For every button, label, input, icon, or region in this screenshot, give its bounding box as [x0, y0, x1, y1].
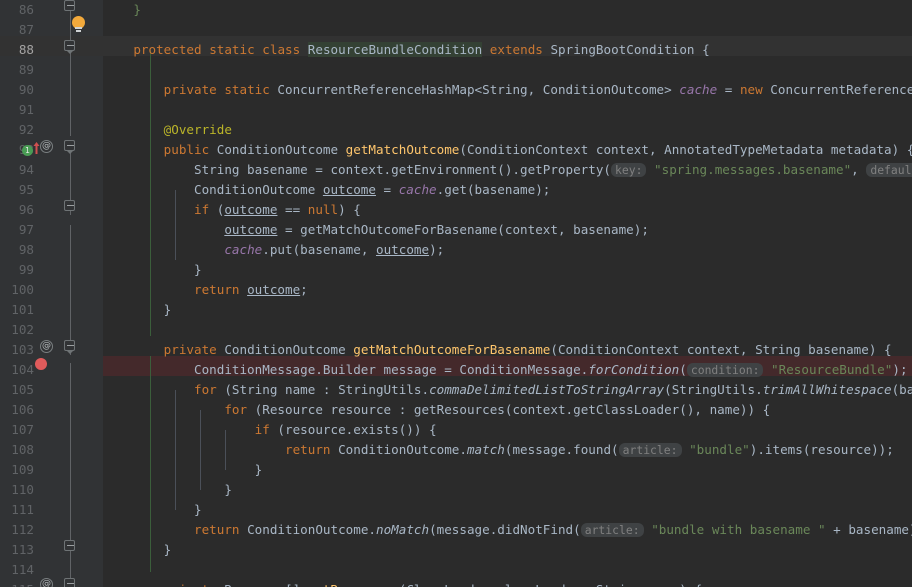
fold-marker-line-88[interactable]: [64, 40, 77, 54]
fold-rail: [70, 6, 71, 136]
line-number-105: 105: [11, 382, 34, 397]
code-line-94[interactable]: String basename = context.getEnvironment…: [103, 160, 912, 180]
line-number-113: 113: [11, 542, 34, 557]
code-line-112[interactable]: return ConditionOutcome.noMatch(message.…: [103, 520, 912, 540]
code-line-106[interactable]: for (Resource resource : getResources(co…: [103, 400, 912, 420]
code-line-90[interactable]: private static ConcurrentReferenceHashMa…: [103, 80, 912, 100]
code-line-105[interactable]: for (String name : StringUtils.commaDeli…: [103, 380, 912, 400]
code-line-108[interactable]: return ConditionOutcome.match(message.fo…: [103, 440, 912, 460]
implementation-marker-icon[interactable]: 1: [22, 145, 33, 156]
code-line-86[interactable]: }: [103, 0, 912, 20]
inlay-hint-defaultvalue: defaultValue:: [866, 163, 912, 177]
line-number-94: 94: [18, 162, 34, 177]
line-number-92: 92: [18, 122, 34, 137]
code-line-88[interactable]: protected static class ResourceBundleCon…: [103, 40, 912, 60]
line-number-86: 86: [18, 2, 34, 17]
line-number-88: 88: [18, 42, 34, 57]
code-line-101[interactable]: }: [103, 300, 912, 320]
code-line-111[interactable]: }: [103, 500, 912, 520]
code-line-110[interactable]: }: [103, 480, 912, 500]
intention-bulb-icon[interactable]: [72, 16, 85, 33]
overriding-method-arrow-icon: [33, 142, 40, 154]
line-number-97: 97: [18, 222, 34, 237]
code-line-98[interactable]: cache.put(basename, outcome);: [103, 240, 912, 260]
line-number-108: 108: [11, 442, 34, 457]
line-number-95: 95: [18, 182, 34, 197]
fold-marker-line-115[interactable]: [64, 578, 77, 587]
override-annotation-icon[interactable]: @: [40, 340, 53, 353]
fold-marker-line-96[interactable]: [64, 200, 77, 213]
fold-marker-line-93[interactable]: [64, 140, 77, 154]
fold-rail: [70, 225, 71, 355]
fold-marker-line-113[interactable]: [64, 540, 77, 553]
line-number-114: 114: [11, 562, 34, 577]
inlay-hint-key: key:: [611, 163, 647, 177]
fold-marker-line-86[interactable]: [64, 0, 77, 13]
code-line-93[interactable]: public ConditionOutcome getMatchOutcome(…: [103, 140, 912, 160]
override-annotation-icon[interactable]: @: [40, 578, 53, 587]
line-number-91: 91: [18, 102, 34, 117]
override-annotation-icon[interactable]: @: [40, 140, 53, 153]
line-number-111: 111: [11, 502, 34, 517]
code-line-97[interactable]: outcome = getMatchOutcomeForBasename(con…: [103, 220, 912, 240]
line-number-98: 98: [18, 242, 34, 257]
line-number-102: 102: [11, 322, 34, 337]
code-line-103[interactable]: private ConditionOutcome getMatchOutcome…: [103, 340, 912, 360]
line-number-109: 109: [11, 462, 34, 477]
line-number-90: 90: [18, 82, 34, 97]
code-line-113[interactable]: }: [103, 540, 912, 560]
line-number-106: 106: [11, 402, 34, 417]
line-number-103: 103: [11, 342, 34, 357]
code-line-109[interactable]: }: [103, 460, 912, 480]
line-number-100: 100: [11, 282, 34, 297]
line-number-99: 99: [18, 262, 34, 277]
overriding-method-arrow-icon[interactable]: [33, 140, 40, 154]
line-number-101: 101: [11, 302, 34, 317]
code-line-99[interactable]: }: [103, 260, 912, 280]
fold-marker-line-103[interactable]: [64, 340, 77, 354]
code-line-107[interactable]: if (resource.exists()) {: [103, 420, 912, 440]
line-number-115: 115: [0, 580, 34, 587]
code-line-92[interactable]: @Override: [103, 120, 912, 140]
breakpoint-icon[interactable]: [35, 358, 47, 370]
code-line-115[interactable]: private Resource[] getResources(ClassLoa…: [103, 580, 912, 587]
line-number-96: 96: [18, 202, 34, 217]
code-editor[interactable]: 86 87 88 89 90 91 92 93 94 95 96 97 98 9…: [0, 0, 912, 587]
code-line-100[interactable]: return outcome;: [103, 280, 912, 300]
inlay-hint-article: article:: [580, 523, 644, 537]
code-line-96[interactable]: if (outcome == null) {: [103, 200, 912, 220]
inlay-hint-article: article:: [618, 443, 682, 457]
fold-gutter[interactable]: [55, 0, 103, 587]
inlay-hint-condition: condition:: [686, 363, 764, 377]
line-number-107: 107: [11, 422, 34, 437]
line-number-104: 104: [11, 362, 34, 377]
line-number-87: 87: [18, 22, 34, 37]
line-number-110: 110: [11, 482, 34, 497]
line-number-89: 89: [18, 62, 34, 77]
code-line-95[interactable]: ConditionOutcome outcome = cache.get(bas…: [103, 180, 912, 200]
line-number-112: 112: [11, 522, 34, 537]
code-line-104[interactable]: ConditionMessage.Builder message = Condi…: [103, 360, 912, 380]
